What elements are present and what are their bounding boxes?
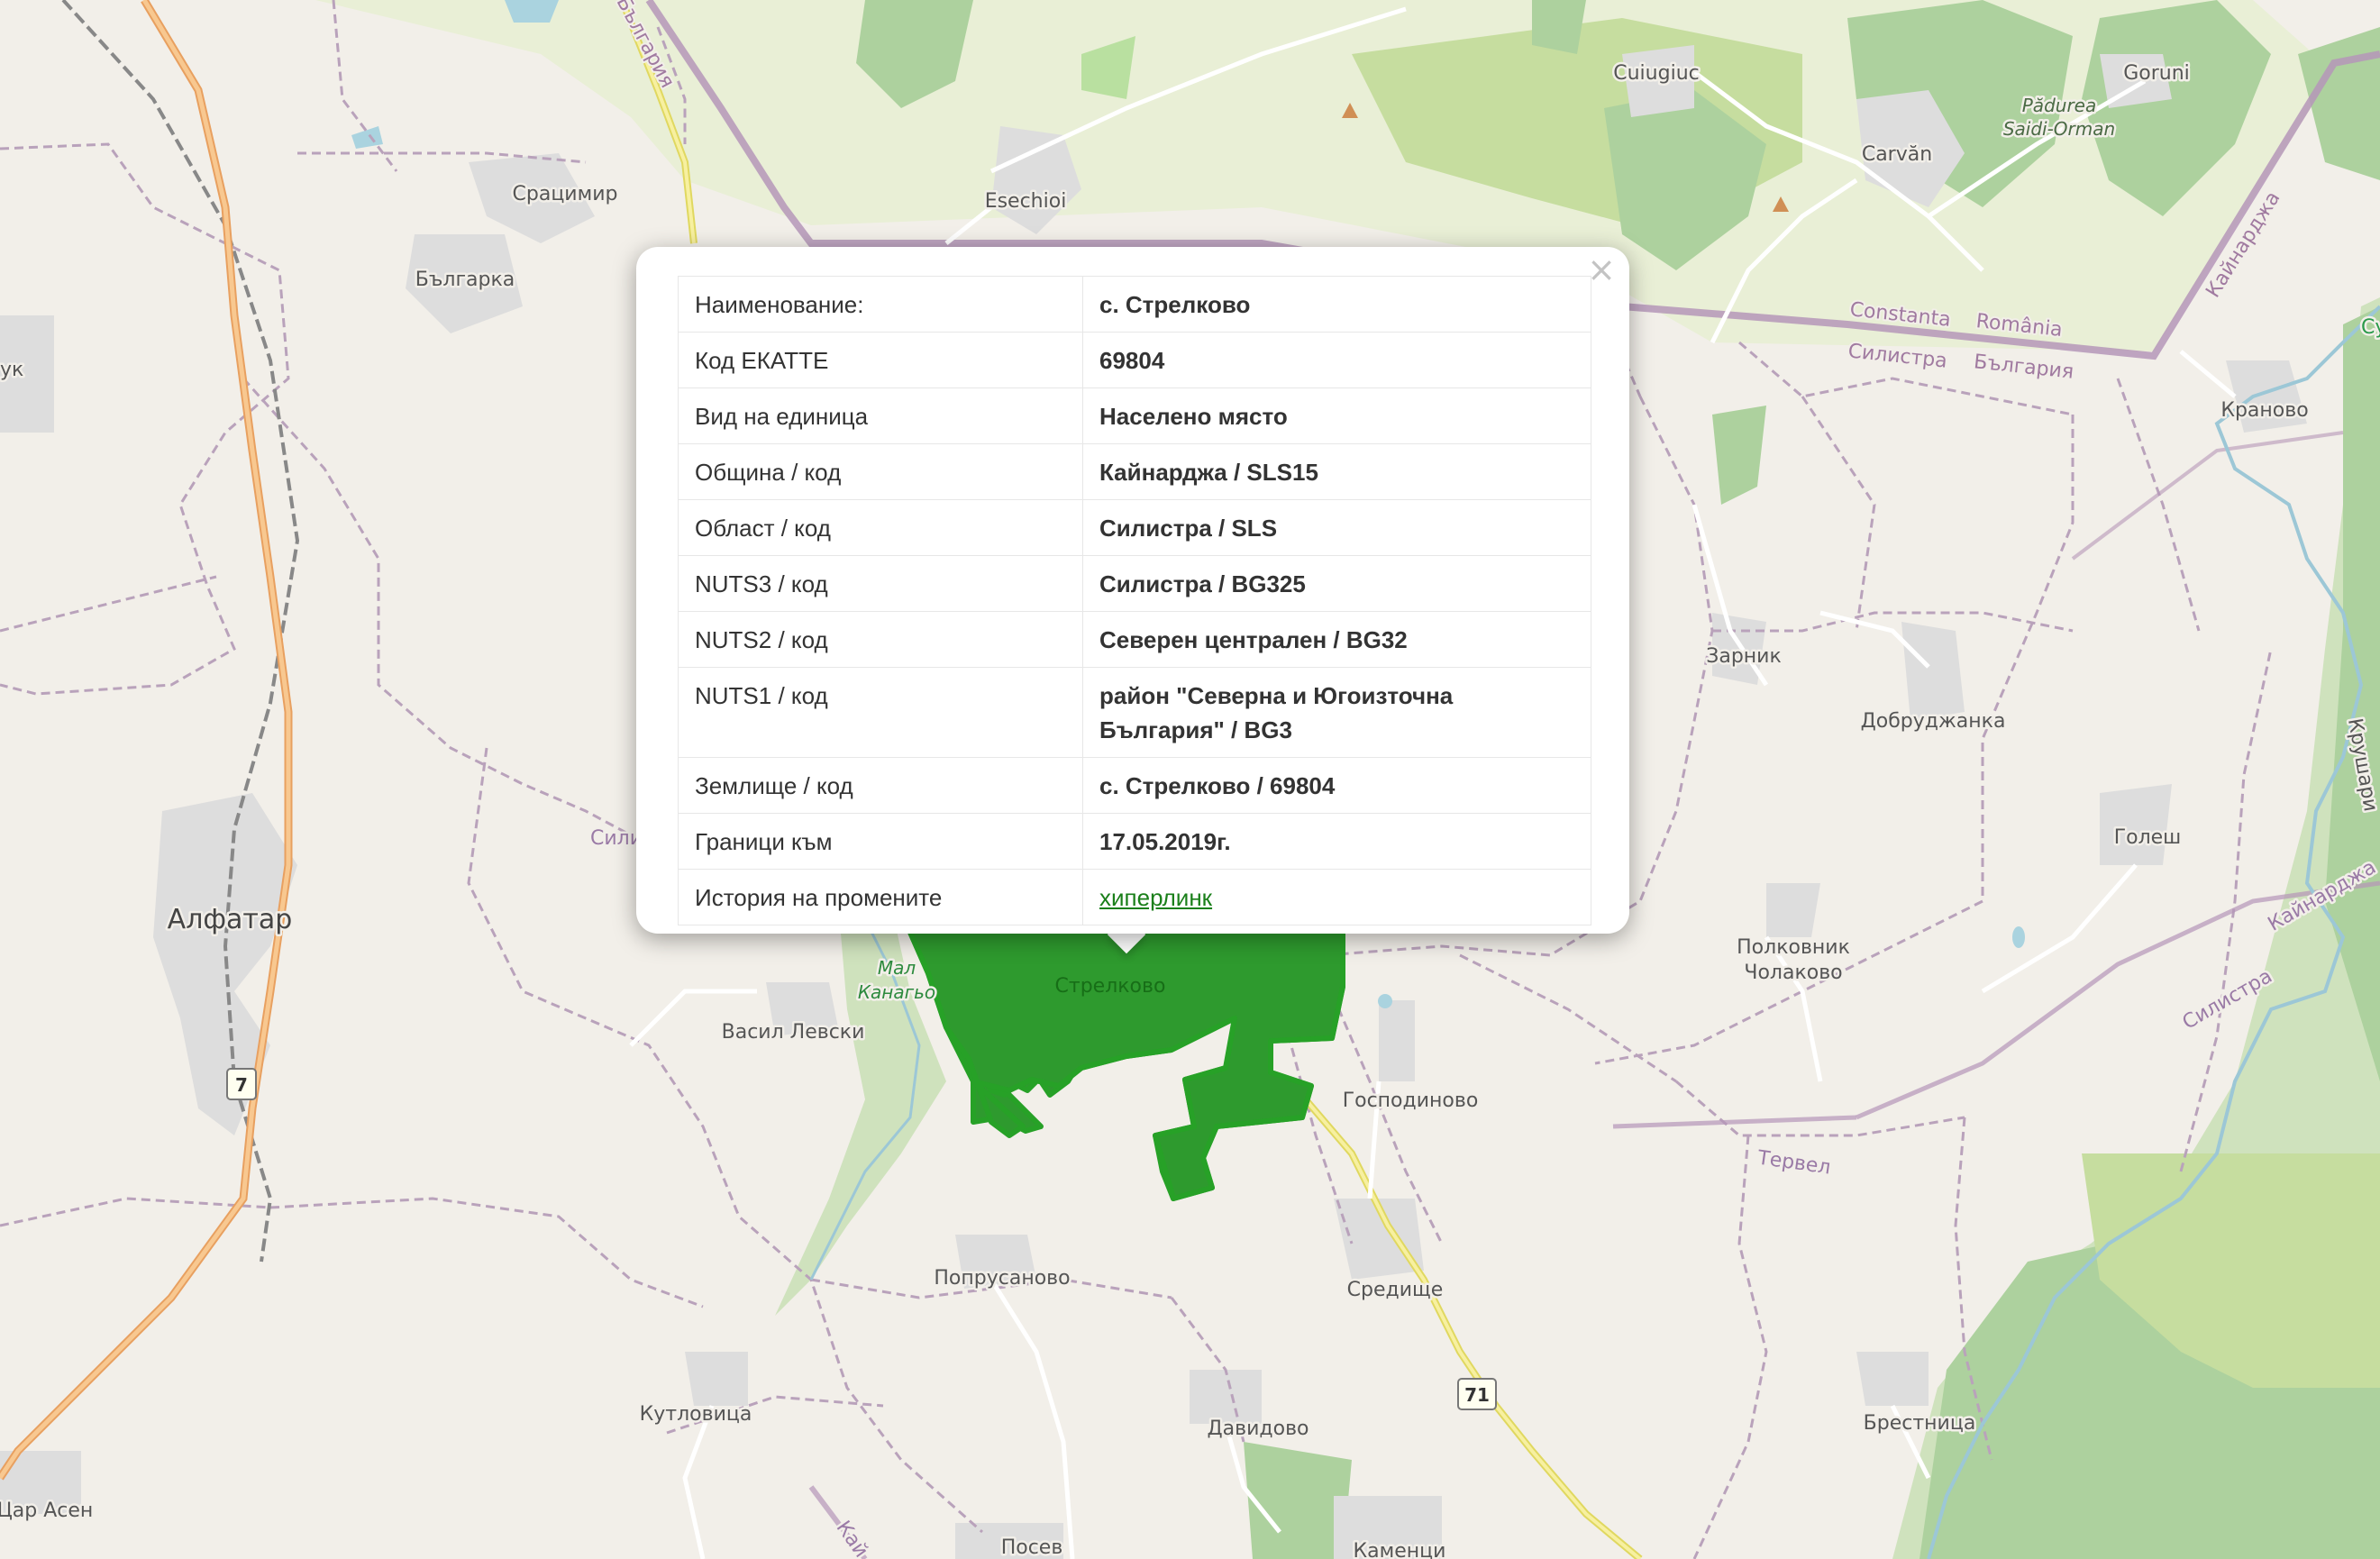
label-kranovo: Краново: [2220, 399, 2308, 422]
label-kamentsi: Каменци: [1354, 1540, 1446, 1559]
table-row: Граници към 17.05.2019г.: [678, 813, 1591, 870]
row-value: Силистра / SLS: [1082, 499, 1591, 556]
row-value: 69804: [1082, 332, 1591, 388]
row-value: хиперлинк: [1082, 869, 1591, 925]
table-row: Наименование: с. Стрелково: [678, 276, 1591, 333]
row-key: Код ЕКАТТЕ: [678, 332, 1083, 388]
label-brestnitsa: Брестница: [1864, 1412, 1976, 1435]
table-row: Област / код Силистра / SLS: [678, 499, 1591, 556]
row-key: NUTS3 / код: [678, 555, 1083, 612]
row-key: NUTS1 / код: [678, 667, 1083, 758]
label-golesh: Голеш: [2114, 826, 2182, 849]
row-value: с. Стрелково / 69804: [1082, 757, 1591, 814]
table-row: История на промените хиперлинк: [678, 869, 1591, 925]
label-popprusanovo: Попрусаново: [934, 1267, 1070, 1290]
table-row: NUTS2 / код Северен централен / BG32: [678, 611, 1591, 668]
label-strelkovo: Стрелково: [1055, 975, 1166, 998]
row-value: Населено място: [1082, 387, 1591, 444]
label-goruni: Goruni: [2123, 62, 2190, 85]
road-shield-71: 71: [1457, 1378, 1497, 1410]
label-cuiugiuc: Cuiugiuc: [1613, 62, 1699, 85]
label-davidovo: Давидово: [1207, 1418, 1309, 1440]
table-row: Община / код Кайнарджа / SLS15: [678, 443, 1591, 500]
row-value: район "Северна и Югоизточна България" / B…: [1082, 667, 1591, 758]
row-key: История на промените: [678, 869, 1083, 925]
label-sili-left: Сили: [590, 827, 643, 850]
label-zarnik: Зарник: [1706, 645, 1782, 668]
label-posev: Посев: [1001, 1536, 1063, 1559]
label-uk-left: ук: [0, 359, 23, 381]
row-value: 17.05.2019г.: [1082, 813, 1591, 870]
row-value: Северен централен / BG32: [1082, 611, 1591, 668]
forest-area: [1532, 0, 1586, 54]
label-vasil-levski: Васил Левски: [722, 1021, 865, 1044]
table-row: NUTS3 / код Силистра / BG325: [678, 555, 1591, 612]
label-sredishte: Средище: [1347, 1279, 1444, 1301]
row-key: Община / код: [678, 443, 1083, 500]
table-row: Вид на единица Населено място: [678, 387, 1591, 444]
history-link[interactable]: хиперлинк: [1099, 884, 1212, 911]
label-alfatar: Алфатар: [168, 904, 293, 935]
road-shield-7: 7: [226, 1068, 257, 1100]
table-row: Код ЕКАТТЕ 69804: [678, 332, 1591, 388]
row-value-line2: България" / BG3: [1099, 716, 1292, 743]
row-key: Наименование:: [678, 276, 1083, 333]
road-shield-71-label: 71: [1464, 1384, 1490, 1406]
label-kutlovitsa: Кутловица: [640, 1403, 752, 1426]
row-key: NUTS2 / код: [678, 611, 1083, 668]
info-table: Наименование: с. Стрелково Код ЕКАТТЕ 69…: [678, 276, 1591, 925]
label-carvan: Carvăn: [1862, 143, 1932, 166]
label-tsar-asen: Цар Асен: [0, 1500, 93, 1522]
label-dobrudzhanka: Добруджанка: [1861, 710, 2006, 733]
row-key: Област / код: [678, 499, 1083, 556]
road-shield-7-label: 7: [235, 1074, 248, 1096]
info-popup: × Наименование: с. Стрелково Код ЕКАТТЕ …: [636, 247, 1629, 934]
row-key: Вид на единица: [678, 387, 1083, 444]
label-esechioi: Esechioi: [985, 190, 1067, 213]
label-bulgarka: Българка: [415, 269, 515, 291]
row-key: Граници към: [678, 813, 1083, 870]
label-sratsimir: Срацимир: [513, 183, 618, 205]
label-gospodinovo: Господиново: [1343, 1089, 1479, 1112]
table-row: NUTS1 / код район "Северна и Югоизточна Б…: [678, 667, 1591, 758]
row-value-line1: район "Северна и Югоизточна: [1099, 682, 1454, 709]
row-value: Кайнарджа / SLS15: [1082, 443, 1591, 500]
table-row: Землище / код с. Стрелково / 69804: [678, 757, 1591, 814]
label-sukh: Сух: [2361, 316, 2380, 339]
row-key: Землище / код: [678, 757, 1083, 814]
row-value: Силистра / BG325: [1082, 555, 1591, 612]
row-value: с. Стрелково: [1082, 276, 1591, 333]
